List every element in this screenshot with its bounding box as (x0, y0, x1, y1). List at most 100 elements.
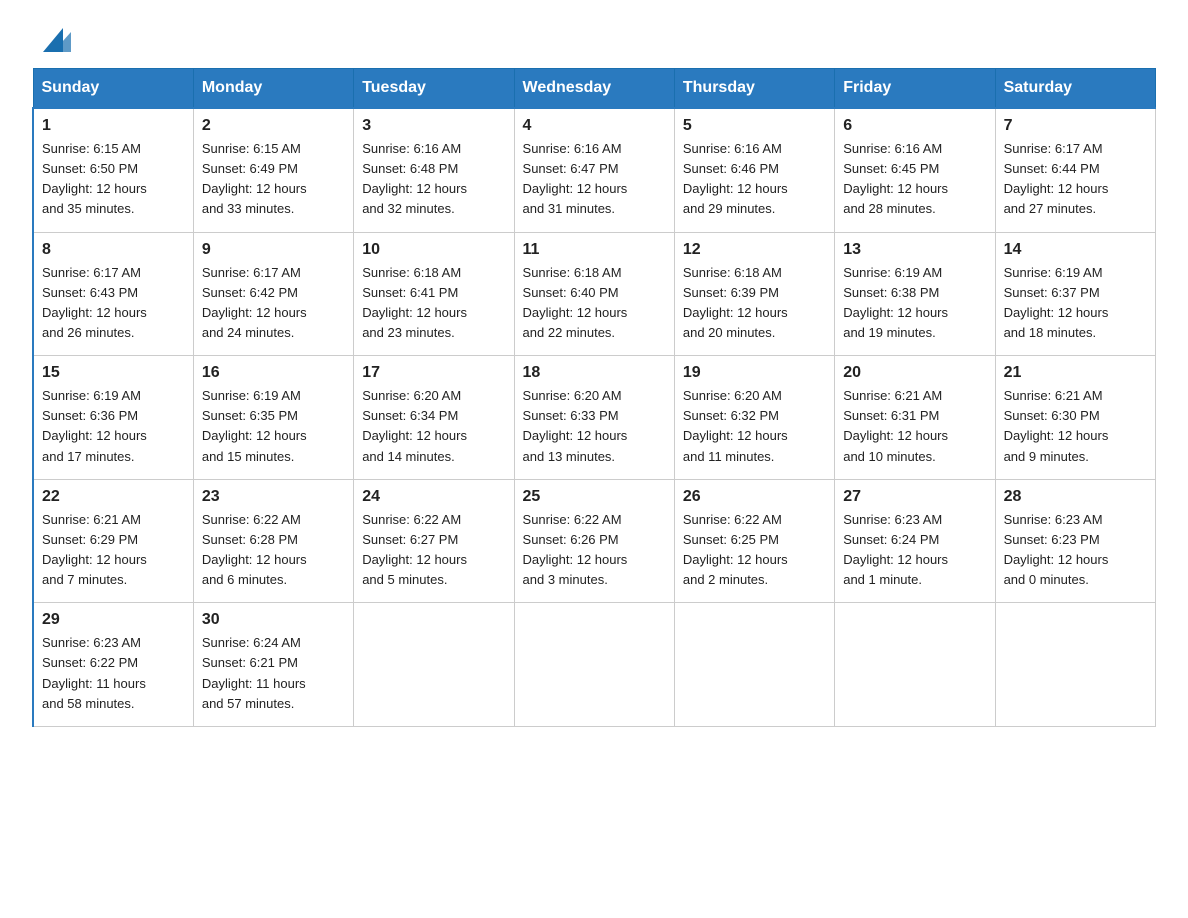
week-row-5: 29 Sunrise: 6:23 AMSunset: 6:22 PMDayligh… (33, 603, 1156, 727)
week-row-2: 8Sunrise: 6:17 AMSunset: 6:43 PMDaylight… (33, 232, 1156, 356)
day-info: Sunrise: 6:19 AMSunset: 6:36 PMDaylight:… (42, 386, 185, 467)
day-info: Sunrise: 6:21 AMSunset: 6:31 PMDaylight:… (843, 386, 986, 467)
calendar-cell: 19 Sunrise: 6:20 AMSunset: 6:32 PMDayligh… (674, 356, 834, 480)
calendar-header-row: SundayMondayTuesdayWednesdayThursdayFrid… (33, 69, 1156, 109)
column-header-monday: Monday (193, 69, 353, 109)
day-info: Sunrise: 6:18 AMSunset: 6:39 PMDaylight:… (683, 263, 826, 344)
day-info: Sunrise: 6:15 AMSunset: 6:50 PMDaylight:… (42, 139, 185, 220)
day-info: Sunrise: 6:19 AMSunset: 6:38 PMDaylight:… (843, 263, 986, 344)
logo-triangle-icon (35, 24, 71, 52)
calendar-cell: 30Sunrise: 6:24 AMSunset: 6:21 PMDayligh… (193, 603, 353, 727)
day-number: 3 (362, 117, 505, 135)
day-info: Sunrise: 6:20 AMSunset: 6:34 PMDaylight:… (362, 386, 505, 467)
week-row-3: 15 Sunrise: 6:19 AMSunset: 6:36 PMDayligh… (33, 356, 1156, 480)
day-info: Sunrise: 6:17 AMSunset: 6:42 PMDaylight:… (202, 263, 345, 344)
day-number: 29 (42, 611, 185, 629)
calendar-cell: 17 Sunrise: 6:20 AMSunset: 6:34 PMDayligh… (354, 356, 514, 480)
day-number: 20 (843, 364, 986, 382)
calendar-cell: 7 Sunrise: 6:17 AMSunset: 6:44 PMDaylight… (995, 108, 1155, 232)
calendar-cell: 12 Sunrise: 6:18 AMSunset: 6:39 PMDayligh… (674, 232, 834, 356)
day-info: Sunrise: 6:16 AMSunset: 6:46 PMDaylight:… (683, 139, 826, 220)
day-info: Sunrise: 6:19 AMSunset: 6:35 PMDaylight:… (202, 386, 345, 467)
calendar-cell: 22Sunrise: 6:21 AMSunset: 6:29 PMDayligh… (33, 479, 193, 603)
calendar-cell: 28 Sunrise: 6:23 AMSunset: 6:23 PMDayligh… (995, 479, 1155, 603)
day-number: 4 (523, 117, 666, 135)
calendar-cell: 6 Sunrise: 6:16 AMSunset: 6:45 PMDaylight… (835, 108, 995, 232)
day-info: Sunrise: 6:24 AMSunset: 6:21 PMDaylight:… (202, 633, 345, 714)
calendar-cell: 15 Sunrise: 6:19 AMSunset: 6:36 PMDayligh… (33, 356, 193, 480)
calendar-cell: 20 Sunrise: 6:21 AMSunset: 6:31 PMDayligh… (835, 356, 995, 480)
day-info: Sunrise: 6:18 AMSunset: 6:40 PMDaylight:… (523, 263, 666, 344)
day-number: 25 (523, 488, 666, 506)
day-info: Sunrise: 6:15 AMSunset: 6:49 PMDaylight:… (202, 139, 345, 220)
day-number: 9 (202, 241, 345, 259)
day-number: 28 (1004, 488, 1147, 506)
day-number: 27 (843, 488, 986, 506)
calendar-cell: 13 Sunrise: 6:19 AMSunset: 6:38 PMDayligh… (835, 232, 995, 356)
column-header-saturday: Saturday (995, 69, 1155, 109)
calendar-cell (354, 603, 514, 727)
day-number: 8 (42, 241, 185, 259)
day-number: 13 (843, 241, 986, 259)
day-info: Sunrise: 6:23 AMSunset: 6:22 PMDaylight:… (42, 633, 185, 714)
calendar-cell (674, 603, 834, 727)
calendar-cell: 11Sunrise: 6:18 AMSunset: 6:40 PMDayligh… (514, 232, 674, 356)
calendar-cell: 18 Sunrise: 6:20 AMSunset: 6:33 PMDayligh… (514, 356, 674, 480)
day-number: 2 (202, 117, 345, 135)
calendar-table: SundayMondayTuesdayWednesdayThursdayFrid… (32, 68, 1156, 727)
calendar-cell (514, 603, 674, 727)
page-header (32, 24, 1156, 50)
day-number: 17 (362, 364, 505, 382)
day-number: 23 (202, 488, 345, 506)
day-info: Sunrise: 6:22 AMSunset: 6:28 PMDaylight:… (202, 510, 345, 591)
calendar-cell: 24Sunrise: 6:22 AMSunset: 6:27 PMDayligh… (354, 479, 514, 603)
day-info: Sunrise: 6:22 AMSunset: 6:25 PMDaylight:… (683, 510, 826, 591)
calendar-cell: 10 Sunrise: 6:18 AMSunset: 6:41 PMDayligh… (354, 232, 514, 356)
calendar-cell: 4 Sunrise: 6:16 AMSunset: 6:47 PMDaylight… (514, 108, 674, 232)
calendar-cell: 1 Sunrise: 6:15 AMSunset: 6:50 PMDaylight… (33, 108, 193, 232)
day-info: Sunrise: 6:20 AMSunset: 6:33 PMDaylight:… (523, 386, 666, 467)
day-number: 6 (843, 117, 986, 135)
column-header-sunday: Sunday (33, 69, 193, 109)
day-number: 1 (42, 117, 185, 135)
calendar-body: 1 Sunrise: 6:15 AMSunset: 6:50 PMDaylight… (33, 108, 1156, 726)
day-number: 15 (42, 364, 185, 382)
day-info: Sunrise: 6:19 AMSunset: 6:37 PMDaylight:… (1004, 263, 1147, 344)
calendar-cell (835, 603, 995, 727)
column-header-tuesday: Tuesday (354, 69, 514, 109)
calendar-cell: 26 Sunrise: 6:22 AMSunset: 6:25 PMDayligh… (674, 479, 834, 603)
day-number: 7 (1004, 117, 1147, 135)
calendar-cell: 23 Sunrise: 6:22 AMSunset: 6:28 PMDayligh… (193, 479, 353, 603)
calendar-cell: 27Sunrise: 6:23 AMSunset: 6:24 PMDayligh… (835, 479, 995, 603)
calendar-cell: 3 Sunrise: 6:16 AMSunset: 6:48 PMDaylight… (354, 108, 514, 232)
day-info: Sunrise: 6:16 AMSunset: 6:47 PMDaylight:… (523, 139, 666, 220)
calendar-cell: 5 Sunrise: 6:16 AMSunset: 6:46 PMDaylight… (674, 108, 834, 232)
day-info: Sunrise: 6:16 AMSunset: 6:48 PMDaylight:… (362, 139, 505, 220)
day-info: Sunrise: 6:17 AMSunset: 6:44 PMDaylight:… (1004, 139, 1147, 220)
day-info: Sunrise: 6:23 AMSunset: 6:23 PMDaylight:… (1004, 510, 1147, 591)
column-header-friday: Friday (835, 69, 995, 109)
day-number: 10 (362, 241, 505, 259)
day-number: 19 (683, 364, 826, 382)
day-number: 26 (683, 488, 826, 506)
day-info: Sunrise: 6:21 AMSunset: 6:30 PMDaylight:… (1004, 386, 1147, 467)
column-header-wednesday: Wednesday (514, 69, 674, 109)
calendar-cell: 25 Sunrise: 6:22 AMSunset: 6:26 PMDayligh… (514, 479, 674, 603)
logo (32, 24, 71, 50)
day-number: 22 (42, 488, 185, 506)
day-number: 18 (523, 364, 666, 382)
day-number: 24 (362, 488, 505, 506)
calendar-cell: 8Sunrise: 6:17 AMSunset: 6:43 PMDaylight… (33, 232, 193, 356)
calendar-cell: 9 Sunrise: 6:17 AMSunset: 6:42 PMDaylight… (193, 232, 353, 356)
day-number: 12 (683, 241, 826, 259)
day-number: 5 (683, 117, 826, 135)
day-number: 14 (1004, 241, 1147, 259)
calendar-cell: 21 Sunrise: 6:21 AMSunset: 6:30 PMDayligh… (995, 356, 1155, 480)
day-info: Sunrise: 6:22 AMSunset: 6:26 PMDaylight:… (523, 510, 666, 591)
day-number: 21 (1004, 364, 1147, 382)
day-info: Sunrise: 6:16 AMSunset: 6:45 PMDaylight:… (843, 139, 986, 220)
calendar-cell: 2 Sunrise: 6:15 AMSunset: 6:49 PMDaylight… (193, 108, 353, 232)
day-info: Sunrise: 6:18 AMSunset: 6:41 PMDaylight:… (362, 263, 505, 344)
week-row-1: 1 Sunrise: 6:15 AMSunset: 6:50 PMDaylight… (33, 108, 1156, 232)
day-info: Sunrise: 6:20 AMSunset: 6:32 PMDaylight:… (683, 386, 826, 467)
